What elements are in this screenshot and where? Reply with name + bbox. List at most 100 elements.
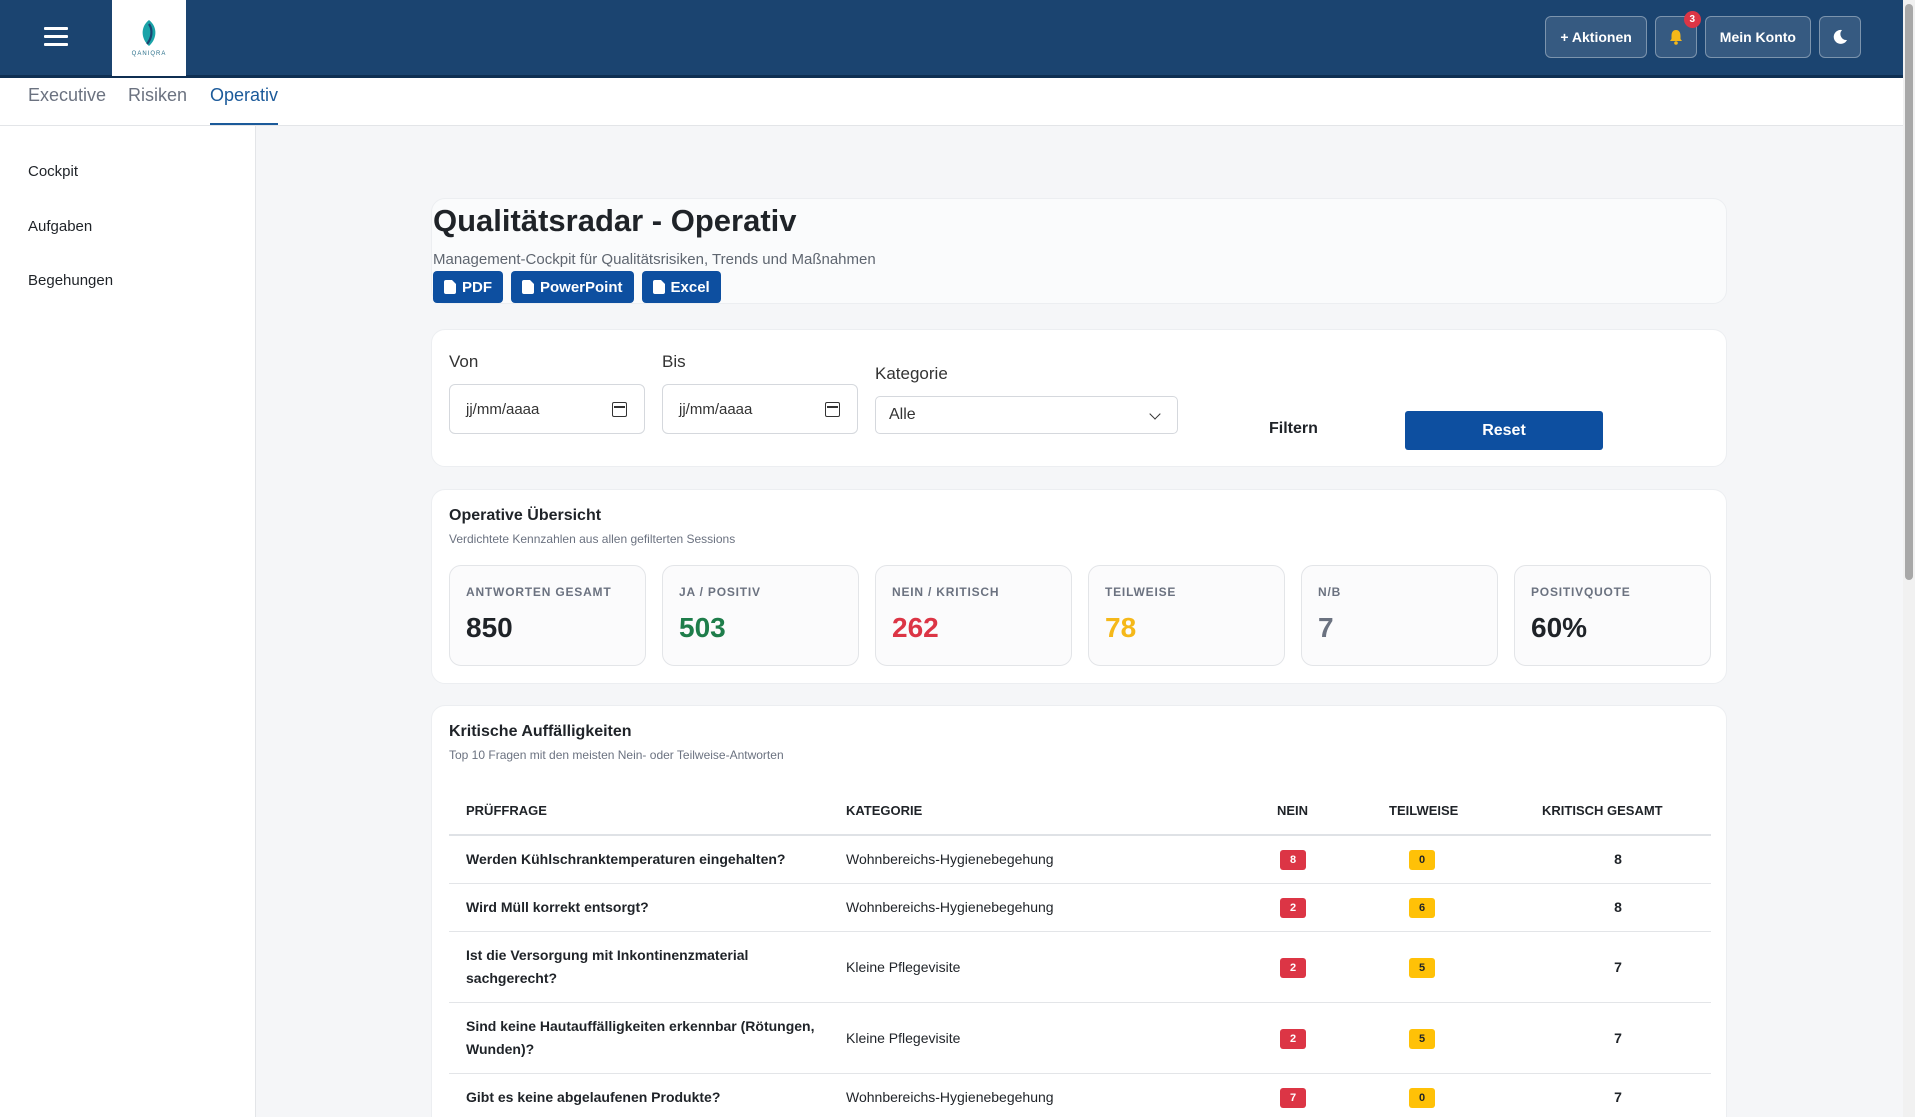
export-excel-button[interactable]: Excel xyxy=(641,271,721,303)
nein-count-badge: 7 xyxy=(1280,1088,1306,1108)
table-row: Sind keine Hautauffälligkeiten erkennbar… xyxy=(449,1003,1711,1074)
teilweise-count-badge: 0 xyxy=(1409,850,1435,870)
actions-button[interactable]: + Aktionen xyxy=(1545,16,1647,58)
row-total: 8 xyxy=(1614,899,1622,915)
file-excel-icon xyxy=(652,280,665,294)
export-pdf-button[interactable]: PDF xyxy=(433,271,503,303)
row-category: Kleine Pflegevisite xyxy=(846,959,961,975)
table-row: Gibt es keine abgelaufenen Produkte? Woh… xyxy=(449,1074,1711,1117)
table-header: Prüffrage Kategorie Nein Teilweise Kriti… xyxy=(449,788,1711,836)
kpi-label: N/B xyxy=(1318,585,1342,599)
from-date-input[interactable]: jj/mm/aaaa xyxy=(449,384,645,434)
from-date-placeholder: jj/mm/aaaa xyxy=(466,400,540,418)
kpi-value: 503 xyxy=(679,612,726,643)
sidebar-item-begehungen[interactable]: Begehungen xyxy=(28,272,113,289)
to-date-input[interactable]: jj/mm/aaaa xyxy=(662,384,858,434)
row-question: Sind keine Hautauffälligkeiten erkennbar… xyxy=(466,1018,815,1057)
table-row: Werden Kühlschranktemperaturen eingehalt… xyxy=(449,836,1711,884)
export-powerpoint-label: PowerPoint xyxy=(540,278,623,296)
from-label: Von xyxy=(449,352,479,371)
critical-issues-card: Kritische Auffälligkeiten Top 10 Fragen … xyxy=(431,705,1727,1117)
kpi-label: JA / POSITIV xyxy=(679,585,761,599)
category-label: Kategorie xyxy=(875,364,948,383)
top-navbar: QANIQRA + Aktionen 3 Mein Konto xyxy=(0,0,1903,78)
page-scrollbar[interactable] xyxy=(1903,0,1915,1117)
category-select-value: Alle xyxy=(889,406,916,423)
to-label: Bis xyxy=(662,352,686,371)
row-question: Wird Müll korrekt entsorgt? xyxy=(466,899,649,915)
tab-bar: Executive Risiken Operativ xyxy=(0,78,1903,126)
nein-count-badge: 2 xyxy=(1280,898,1306,918)
calendar-icon[interactable] xyxy=(612,402,627,417)
kpi-value: 262 xyxy=(892,612,939,643)
chevron-down-icon xyxy=(1149,408,1161,420)
teilweise-count-badge: 5 xyxy=(1409,958,1435,978)
column-header-teilweise: Teilweise xyxy=(1389,803,1459,818)
overview-card: Operative Übersicht Verdichtete Kennzahl… xyxy=(431,489,1727,684)
kpi-card-teilweise: TEILWEISE 78 xyxy=(1088,565,1285,666)
header-card: Qualitätsradar - Operativ Management-Coc… xyxy=(431,198,1727,304)
overview-subtitle: Verdichtete Kennzahlen aus allen gefilte… xyxy=(449,532,736,546)
kpi-label: POSITIVQUOTE xyxy=(1531,585,1631,599)
filter-button[interactable]: Filtern xyxy=(1269,420,1318,438)
logo-text: QANIQRA xyxy=(131,51,167,57)
critical-subtitle: Top 10 Fragen mit den meisten Nein- oder… xyxy=(449,748,784,762)
reset-button[interactable]: Reset xyxy=(1405,411,1603,450)
kpi-value: 60% xyxy=(1531,612,1588,643)
teilweise-count-badge: 6 xyxy=(1409,898,1435,918)
row-total: 8 xyxy=(1614,851,1622,867)
kpi-label: ANTWORTEN GESAMT xyxy=(466,585,612,599)
row-question: Gibt es keine abgelaufenen Produkte? xyxy=(466,1089,721,1105)
kpi-card-nein-kritisch: NEIN / KRITISCH 262 xyxy=(875,565,1072,666)
table-row: Wird Müll korrekt entsorgt? Wohnbereichs… xyxy=(449,884,1711,932)
bell-icon xyxy=(1669,30,1682,45)
tab-risiken[interactable]: Risiken xyxy=(128,85,187,125)
kpi-card-antworten-gesamt: ANTWORTEN GESAMT 850 xyxy=(449,565,646,666)
kpi-card-positivquote: POSITIVQUOTE 60% xyxy=(1514,565,1711,666)
row-category: Wohnbereichs-Hygienebegehung xyxy=(846,1089,1054,1105)
category-select[interactable]: Alle xyxy=(875,396,1178,434)
calendar-icon[interactable] xyxy=(825,402,840,417)
filter-card: Von jj/mm/aaaa Bis jj/mm/aaaa Kategorie … xyxy=(431,329,1727,467)
export-pdf-label: PDF xyxy=(462,278,492,296)
column-header-kritisch-gesamt: Kritisch gesamt xyxy=(1542,803,1663,818)
column-header-nein: Nein xyxy=(1277,803,1309,818)
kpi-value: 78 xyxy=(1105,612,1137,643)
to-date-placeholder: jj/mm/aaaa xyxy=(679,400,753,418)
file-powerpoint-icon xyxy=(522,280,534,294)
row-category: Wohnbereichs-Hygienebegehung xyxy=(846,899,1054,915)
logo[interactable]: QANIQRA xyxy=(112,0,186,76)
sidebar-item-aufgaben[interactable]: Aufgaben xyxy=(28,218,92,235)
dark-mode-toggle[interactable] xyxy=(1819,16,1861,58)
overview-title: Operative Übersicht xyxy=(449,507,602,524)
scrollbar-thumb[interactable] xyxy=(1905,4,1913,580)
kpi-card-ja-positiv: JA / POSITIV 503 xyxy=(662,565,859,666)
teilweise-count-badge: 5 xyxy=(1409,1029,1435,1049)
page-subtitle: Management-Cockpit für Qualitätsrisiken,… xyxy=(433,251,876,268)
table-row: Ist die Versorgung mit Inkontinenzmateri… xyxy=(449,932,1711,1003)
column-header-pruefrage: Prüffrage xyxy=(466,803,547,818)
row-category: Wohnbereichs-Hygienebegehung xyxy=(846,851,1054,867)
kpi-card-nb: N/B 7 xyxy=(1301,565,1498,666)
tab-operativ[interactable]: Operativ xyxy=(210,85,279,125)
row-total: 7 xyxy=(1614,1030,1622,1046)
critical-table: Prüffrage Kategorie Nein Teilweise Kriti… xyxy=(449,788,1711,1117)
hamburger-menu-icon[interactable] xyxy=(44,27,68,49)
export-excel-label: Excel xyxy=(670,278,710,296)
kpi-label: TEILWEISE xyxy=(1105,585,1177,599)
row-total: 7 xyxy=(1614,959,1622,975)
sidebar-item-cockpit[interactable]: Cockpit xyxy=(28,163,78,180)
account-button[interactable]: Mein Konto xyxy=(1704,16,1811,58)
export-powerpoint-button[interactable]: PowerPoint xyxy=(511,271,634,303)
notification-count-badge: 3 xyxy=(1683,11,1701,28)
tab-executive[interactable]: Executive xyxy=(28,85,106,125)
column-header-kategorie: Kategorie xyxy=(846,803,923,818)
nein-count-badge: 8 xyxy=(1280,850,1306,870)
nein-count-badge: 2 xyxy=(1280,1029,1306,1049)
row-question: Ist die Versorgung mit Inkontinenzmateri… xyxy=(466,947,749,986)
notifications-button[interactable]: 3 xyxy=(1654,11,1701,58)
critical-title: Kritische Auffälligkeiten xyxy=(449,723,632,740)
row-question: Werden Kühlschranktemperaturen eingehalt… xyxy=(466,851,786,867)
kpi-value: 7 xyxy=(1318,612,1334,643)
page-title: Qualitätsradar - Operativ xyxy=(433,203,797,238)
